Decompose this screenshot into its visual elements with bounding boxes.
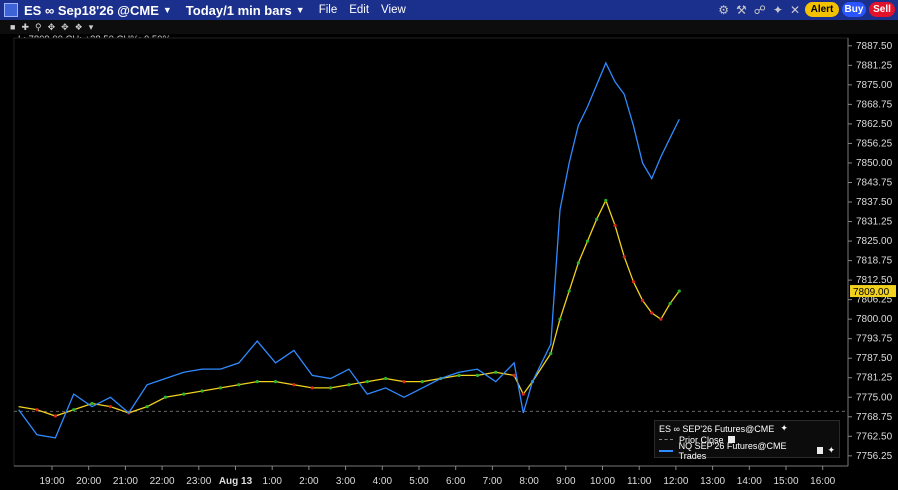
es-bar bbox=[292, 383, 296, 387]
y-tick-label: 7862.50 bbox=[856, 119, 893, 130]
y-tick-label: 7881.25 bbox=[856, 60, 893, 71]
y-tick-label: 7812.50 bbox=[856, 275, 893, 286]
x-tick-label: 19:00 bbox=[39, 476, 64, 487]
y-tick-label: 7818.75 bbox=[856, 256, 893, 267]
x-tick-label: 8:00 bbox=[519, 476, 539, 487]
es-bar bbox=[595, 217, 599, 221]
x-tick-label: 5:00 bbox=[409, 476, 429, 487]
line-icon bbox=[659, 449, 673, 452]
y-tick-label: 7787.50 bbox=[856, 353, 893, 364]
x-tick-label: 2:00 bbox=[299, 476, 319, 487]
es-bar bbox=[521, 392, 525, 396]
es-bar bbox=[475, 373, 479, 378]
es-bar bbox=[677, 289, 681, 293]
es-bar bbox=[558, 317, 562, 321]
pin-icon[interactable]: ✦ bbox=[780, 423, 788, 434]
es-bar bbox=[567, 289, 571, 293]
x-tick-label: 3:00 bbox=[336, 476, 356, 487]
x-tick-label: 6:00 bbox=[446, 476, 466, 487]
x-tick-label: 20:00 bbox=[76, 476, 101, 487]
x-tick-label: 13:00 bbox=[700, 476, 725, 487]
es-bar bbox=[420, 380, 424, 384]
legend: ES ∞ SEP'26 Futures@CME ✦ Prior Close NQ … bbox=[654, 420, 840, 461]
es-bar bbox=[90, 401, 94, 406]
x-tick-label: 15:00 bbox=[773, 476, 798, 487]
es-bar bbox=[53, 414, 57, 418]
es-bar bbox=[365, 380, 369, 384]
es-bar bbox=[585, 239, 590, 243]
es-bar bbox=[347, 383, 351, 387]
es-bar bbox=[163, 395, 168, 399]
y-tick-label: 7800.00 bbox=[856, 314, 893, 325]
plot-area bbox=[13, 37, 849, 467]
x-tick-label: 7:00 bbox=[483, 476, 503, 487]
es-bar bbox=[512, 373, 516, 378]
checkbox-icon[interactable] bbox=[816, 447, 824, 454]
es-bar bbox=[255, 380, 259, 384]
es-bar bbox=[384, 376, 388, 381]
x-tick-label: 10:00 bbox=[590, 476, 615, 487]
x-tick-label: 22:00 bbox=[150, 476, 175, 487]
es-bar bbox=[182, 392, 186, 396]
y-tick-label: 7762.50 bbox=[856, 431, 893, 442]
es-bar bbox=[402, 380, 406, 384]
es-bar bbox=[668, 301, 672, 306]
legend-nq: NQ SEP'26 Futures@CME Trades ✦ bbox=[659, 441, 835, 461]
y-tick-label: 7768.75 bbox=[856, 412, 893, 423]
es-bar bbox=[237, 383, 241, 387]
y-tick-label: 7856.25 bbox=[856, 138, 893, 149]
y-tick-label: 7831.25 bbox=[856, 217, 893, 228]
y-tick-label: 7875.00 bbox=[856, 80, 893, 91]
es-bar bbox=[273, 380, 278, 384]
x-tick-label: 1:00 bbox=[262, 476, 282, 487]
x-tick-label: 11:00 bbox=[627, 476, 652, 487]
y-tick-label: 7793.75 bbox=[856, 334, 893, 345]
es-bar bbox=[650, 311, 654, 315]
es-bar bbox=[72, 408, 76, 412]
pin-icon[interactable]: ✦ bbox=[827, 445, 835, 456]
y-tick-label: 7837.50 bbox=[856, 197, 893, 208]
x-tick-label: Aug 13 bbox=[219, 476, 253, 487]
es-bar bbox=[329, 386, 333, 390]
y-tick-label: 7825.00 bbox=[856, 236, 893, 247]
es-bar bbox=[622, 255, 626, 259]
legend-title: ES ∞ SEP'26 Futures@CME ✦ bbox=[659, 423, 788, 434]
es-bar bbox=[310, 386, 314, 390]
es-bar bbox=[604, 198, 608, 203]
y-tick-label: 7781.25 bbox=[856, 373, 893, 384]
y-tick-label: 7756.25 bbox=[856, 451, 893, 462]
dashed-line-icon bbox=[659, 439, 673, 440]
es-bar bbox=[659, 317, 663, 321]
y-tick-label: 7887.50 bbox=[856, 41, 893, 52]
y-tick-label: 7843.75 bbox=[856, 177, 893, 188]
price-chart[interactable]: 7887.50 7881.25 7875.00 7868.75 7862.50 7856.… bbox=[0, 0, 898, 490]
es-bar bbox=[35, 408, 39, 412]
x-tick-label: 12:00 bbox=[663, 476, 688, 487]
es-bar bbox=[108, 405, 112, 409]
es-bar bbox=[613, 223, 617, 228]
x-tick-label: 14:00 bbox=[737, 476, 762, 487]
y-tick-label: 7775.00 bbox=[856, 392, 893, 403]
es-bar bbox=[631, 280, 635, 284]
y-tick-label: 7850.00 bbox=[856, 158, 893, 169]
es-bar bbox=[549, 351, 553, 356]
price-tag: 7809.00 bbox=[853, 287, 890, 298]
y-tick-label: 7868.75 bbox=[856, 99, 893, 110]
x-tick-label: 16:00 bbox=[810, 476, 835, 487]
es-bar bbox=[640, 298, 645, 303]
es-bar bbox=[494, 370, 498, 374]
es-bar bbox=[218, 386, 223, 390]
es-bar bbox=[576, 261, 580, 265]
x-tick-label: 23:00 bbox=[186, 476, 211, 487]
x-tick-label: 9:00 bbox=[556, 476, 576, 487]
x-tick-label: 4:00 bbox=[373, 476, 393, 487]
es-bar bbox=[457, 373, 461, 378]
es-bar bbox=[145, 405, 149, 409]
x-tick-label: 21:00 bbox=[113, 476, 138, 487]
es-bar bbox=[200, 389, 204, 393]
